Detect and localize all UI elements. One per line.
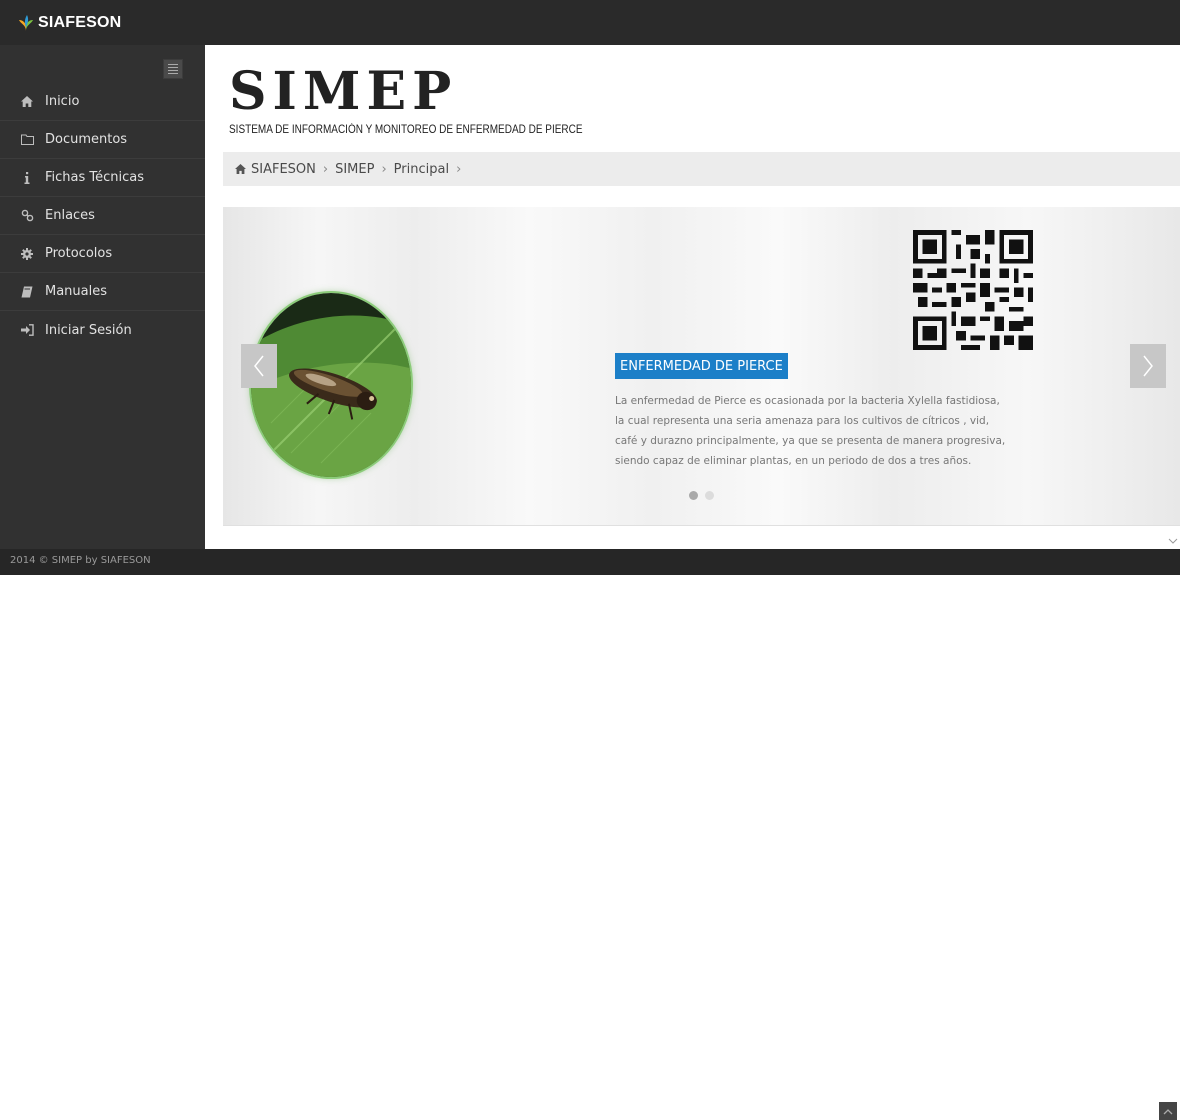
qr-code-icon [913, 230, 1033, 350]
main-content: SIMEP SISTEMA DE INFORMACIÓN Y MONITOREO… [205, 45, 1180, 549]
sidebar-item-fichas-tecnicas[interactable]: Fichas Técnicas [0, 159, 205, 197]
breadcrumb-separator: › [456, 161, 462, 177]
home-icon [20, 95, 34, 109]
sidebar-item-inicio[interactable]: Inicio [0, 83, 205, 121]
breadcrumb-siafeson[interactable]: SIAFESON [251, 162, 316, 177]
sidebar-item-label: Iniciar Sesión [45, 322, 132, 338]
footer-copyright: 2014 © SIMEP by SIAFESON [10, 555, 151, 566]
slide-description-line: café y durazno principalmente, ya que se… [615, 435, 1006, 447]
sidebar-item-label: Protocolos [45, 246, 113, 261]
chevron-down-icon [1168, 538, 1178, 544]
sidebar-nav: Inicio Documentos Fichas Técnicas Enlace… [0, 83, 205, 349]
sidebar-item-manuales[interactable]: Manuales [0, 273, 205, 311]
info-icon [20, 171, 34, 185]
carousel-next-button[interactable] [1130, 344, 1166, 388]
sidebar-item-label: Manuales [45, 284, 108, 299]
chevron-left-icon [254, 355, 264, 377]
breadcrumb-separator: › [381, 161, 387, 177]
scroll-top-button[interactable] [1159, 1102, 1177, 1120]
menu-lines-icon[interactable] [163, 59, 183, 79]
book-icon [20, 285, 34, 299]
sidebar: Inicio Documentos Fichas Técnicas Enlace… [0, 45, 205, 549]
breadcrumb-simep[interactable]: SIMEP [335, 162, 374, 177]
slide-description-line: siendo capaz de eliminar plantas, en un … [615, 455, 972, 467]
carousel-indicators [689, 491, 714, 500]
sidebar-item-label: Inicio [45, 94, 80, 109]
sign-in-icon [20, 323, 34, 337]
page-subtitle: SISTEMA DE INFORMACIÓN Y MONITOREO DE EN… [229, 124, 583, 136]
sidebar-item-label: Documentos [45, 132, 128, 147]
slide-title: ENFERMEDAD DE PIERCE [615, 353, 788, 379]
page-title: SIMEP [229, 61, 458, 122]
sidebar-item-protocolos[interactable]: Protocolos [0, 235, 205, 273]
brand[interactable]: SIAFESON [18, 11, 121, 35]
breadcrumb: SIAFESON › SIMEP › Principal › [223, 152, 1180, 186]
chevron-right-icon [1143, 355, 1153, 377]
home-icon[interactable] [235, 164, 246, 175]
siafeson-leaf-icon [19, 15, 33, 31]
cog-icon [20, 247, 34, 261]
sidebar-item-label: Enlaces [45, 208, 95, 223]
footer: 2014 © SIMEP by SIAFESON [0, 549, 1180, 1120]
carousel-prev-button[interactable] [241, 344, 277, 388]
sidebar-item-iniciar-sesion[interactable]: Iniciar Sesión [0, 311, 205, 349]
folder-icon [20, 133, 34, 147]
carousel-dot-1[interactable] [689, 491, 698, 500]
brand-name: SIAFESON [38, 14, 122, 31]
breadcrumb-principal[interactable]: Principal [394, 162, 449, 177]
sidebar-item-label: Fichas Técnicas [45, 170, 145, 185]
link-icon [20, 209, 34, 223]
carousel: ENFERMEDAD DE PIERCE La enfermedad de Pi… [223, 207, 1180, 526]
sidebar-item-documentos[interactable]: Documentos [0, 121, 205, 159]
slide-description-line: La enfermedad de Pierce es ocasionada po… [615, 395, 1000, 407]
sidebar-item-enlaces[interactable]: Enlaces [0, 197, 205, 235]
carousel-dot-2[interactable] [705, 491, 714, 500]
slide-description-line: la cual representa una seria amenaza par… [615, 415, 990, 427]
top-bar: SIAFESON [0, 0, 1180, 45]
breadcrumb-separator: › [322, 161, 329, 177]
chevron-up-icon [1163, 1108, 1173, 1114]
slide-description: La enfermedad de Pierce es ocasionada po… [615, 391, 1055, 471]
